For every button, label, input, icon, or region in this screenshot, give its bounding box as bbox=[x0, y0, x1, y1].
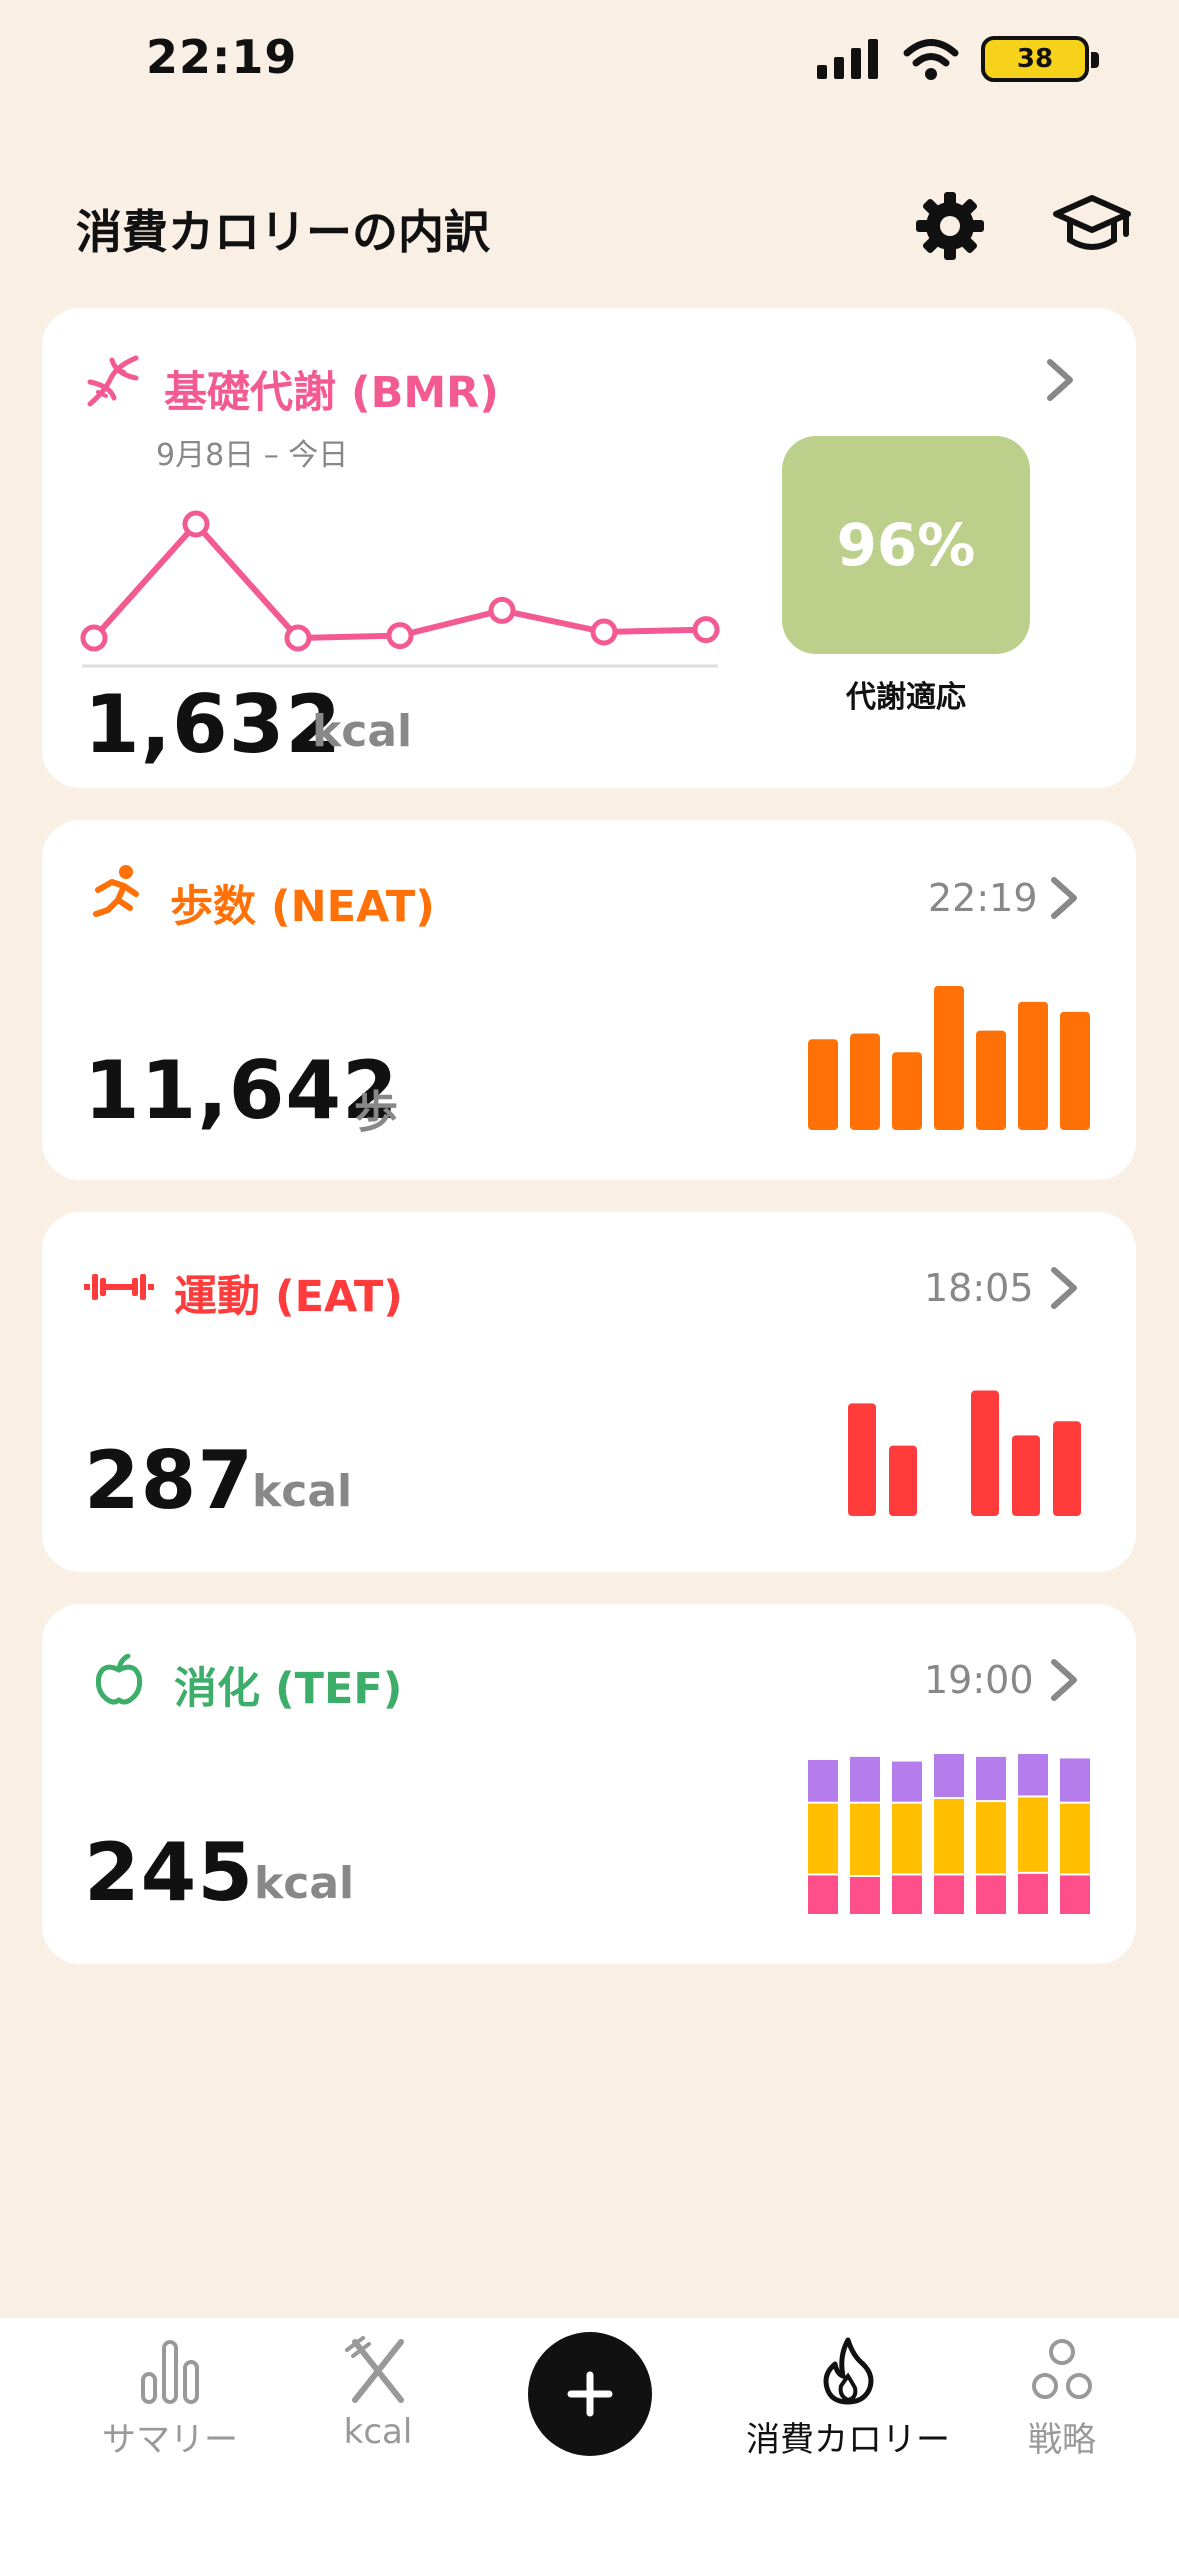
tef-bar-1-seg-2 bbox=[850, 1756, 880, 1802]
tef-bar-0-seg-0 bbox=[808, 1875, 838, 1914]
bar-chart-icon bbox=[141, 2340, 199, 2404]
battery-level: 38 bbox=[1016, 44, 1054, 74]
tef-bar-3-seg-1 bbox=[934, 1799, 964, 1874]
eat-bar-1 bbox=[889, 1445, 917, 1516]
neat-bar-chart bbox=[808, 986, 1090, 1130]
dumbbell-icon bbox=[84, 1274, 154, 1300]
graduation-cap-icon bbox=[1053, 195, 1131, 250]
wifi-icon bbox=[903, 39, 959, 80]
bmr-point-3 bbox=[386, 622, 414, 650]
apple-icon bbox=[95, 1654, 143, 1705]
strategy-icon bbox=[1032, 2339, 1092, 2399]
plus-icon bbox=[567, 2371, 613, 2417]
tef-bar-3-seg-2 bbox=[934, 1754, 964, 1797]
eat-card[interactable]: 運動 (EAT) 18:05 287 kcal bbox=[42, 1212, 1136, 1572]
chevron-right-icon bbox=[1051, 1267, 1077, 1309]
eat-unit: kcal bbox=[252, 1466, 353, 1517]
flame-icon bbox=[823, 2337, 874, 2405]
settings-button[interactable] bbox=[910, 186, 990, 266]
neat-time: 22:19 bbox=[928, 876, 1038, 920]
bmr-point-4 bbox=[488, 596, 516, 624]
bmr-trend-line bbox=[91, 521, 707, 641]
chevron-right-icon bbox=[1051, 1659, 1077, 1701]
bmr-card[interactable]: 基礎代謝 (BMR) 9月8日 – 今日 1,632 kcal 96% 代謝適応 bbox=[42, 308, 1136, 788]
chevron-right-icon bbox=[1047, 359, 1073, 401]
tef-bar-6-seg-1 bbox=[1060, 1803, 1090, 1874]
tef-bar-0-seg-2 bbox=[808, 1760, 838, 1802]
tef-bar-5-seg-1 bbox=[1018, 1797, 1048, 1872]
bmr-point-6 bbox=[692, 616, 720, 644]
neat-bar-5 bbox=[1018, 1001, 1048, 1130]
eat-value: 287 bbox=[84, 1434, 254, 1527]
tab-summary[interactable]: サマリー bbox=[100, 2336, 240, 2461]
bmr-unit: kcal bbox=[312, 706, 413, 757]
eat-time: 18:05 bbox=[924, 1266, 1034, 1310]
neat-bar-1 bbox=[850, 1033, 880, 1130]
tef-bar-1-seg-0 bbox=[850, 1877, 880, 1914]
fork-knife-icon bbox=[345, 2336, 404, 2403]
eat-bar-5 bbox=[1053, 1421, 1081, 1516]
neat-bar-0 bbox=[808, 1039, 838, 1130]
tef-bar-5-seg-2 bbox=[1018, 1754, 1048, 1796]
tab-strategy[interactable]: 戦略 bbox=[1012, 2336, 1112, 2461]
bmr-point-0 bbox=[80, 624, 108, 652]
neat-bar-4 bbox=[976, 1030, 1006, 1130]
bmr-value: 1,632 bbox=[84, 678, 343, 771]
tab-strategy-label: 戦略 bbox=[1028, 2420, 1096, 2460]
neat-bar-6 bbox=[1060, 1011, 1090, 1130]
add-button[interactable] bbox=[528, 2332, 652, 2456]
bmr-point-2 bbox=[284, 624, 312, 652]
neat-value: 11,642 bbox=[84, 1044, 399, 1137]
tef-bar-5-seg-0 bbox=[1018, 1873, 1048, 1914]
eat-bar-chart bbox=[848, 1390, 1081, 1516]
tef-bar-1-seg-1 bbox=[850, 1803, 880, 1875]
tef-bar-2-seg-2 bbox=[892, 1761, 922, 1802]
neat-unit: 歩 bbox=[354, 1087, 398, 1138]
battery-icon: 38 bbox=[981, 36, 1099, 82]
tab-kcal-label: kcal bbox=[343, 2412, 413, 2452]
status-time: 22:19 bbox=[146, 30, 298, 84]
tef-bar-4-seg-2 bbox=[976, 1756, 1006, 1801]
eat-bar-4 bbox=[1012, 1435, 1040, 1516]
tab-kcal[interactable]: kcal bbox=[318, 2336, 438, 2452]
eat-bar-3 bbox=[971, 1390, 999, 1516]
tef-bar-3-seg-0 bbox=[934, 1875, 964, 1914]
tef-value: 245 bbox=[84, 1826, 254, 1919]
tab-summary-label: サマリー bbox=[102, 2420, 238, 2460]
tef-unit: kcal bbox=[254, 1858, 355, 1909]
adaptation-label: 代謝適応 bbox=[846, 680, 966, 715]
tef-stacked-bar-chart bbox=[808, 1754, 1090, 1914]
neat-bar-2 bbox=[892, 1052, 922, 1130]
chevron-right-icon bbox=[1051, 877, 1077, 919]
eat-title: 運動 (EAT) bbox=[174, 1272, 403, 1322]
neat-bar-3 bbox=[934, 986, 964, 1130]
tef-bar-6-seg-0 bbox=[1060, 1875, 1090, 1914]
tef-bar-2-seg-0 bbox=[892, 1875, 922, 1914]
neat-card[interactable]: 歩数 (NEAT) 22:19 11,642 歩 bbox=[42, 820, 1136, 1180]
bmr-point-1 bbox=[182, 510, 210, 538]
tef-title: 消化 (TEF) bbox=[174, 1664, 403, 1714]
running-icon bbox=[93, 865, 139, 917]
signal-icon bbox=[817, 39, 878, 79]
tef-bar-2-seg-1 bbox=[892, 1803, 922, 1874]
tef-card[interactable]: 消化 (TEF) 19:00 245 kcal bbox=[42, 1604, 1136, 1964]
tef-bar-6-seg-2 bbox=[1060, 1758, 1090, 1802]
tef-time: 19:00 bbox=[924, 1658, 1034, 1702]
tab-burn[interactable]: 消費カロリー bbox=[738, 2336, 958, 2461]
learn-button[interactable] bbox=[1052, 186, 1132, 266]
gear-icon bbox=[916, 192, 984, 260]
eat-bar-0 bbox=[848, 1403, 876, 1516]
status-icons: 38 bbox=[817, 36, 1099, 82]
bmr-trend-chart bbox=[80, 510, 720, 668]
adaptation-percent: 96% bbox=[836, 511, 976, 579]
neat-title: 歩数 (NEAT) bbox=[170, 882, 435, 932]
tef-bar-4-seg-0 bbox=[976, 1875, 1006, 1914]
adaptation-badge: 96% bbox=[782, 436, 1030, 654]
tab-burn-label: 消費カロリー bbox=[746, 2420, 950, 2460]
tef-bar-4-seg-1 bbox=[976, 1802, 1006, 1874]
page-title: 消費カロリーの内訳 bbox=[76, 205, 490, 259]
bmr-point-5 bbox=[590, 618, 618, 646]
tef-bar-0-seg-1 bbox=[808, 1803, 838, 1874]
